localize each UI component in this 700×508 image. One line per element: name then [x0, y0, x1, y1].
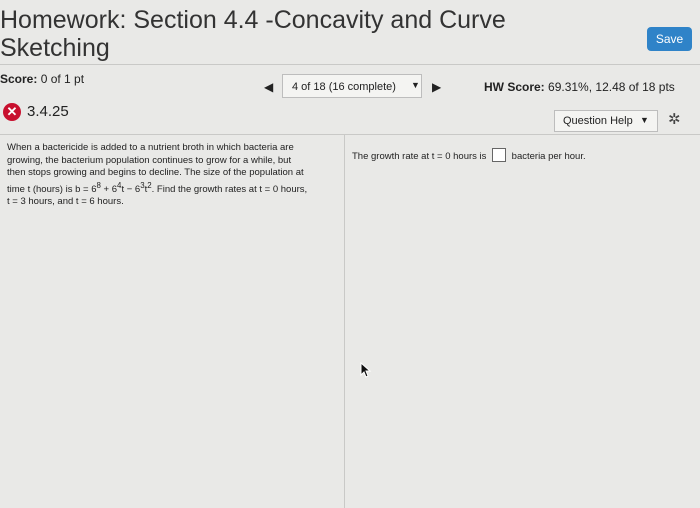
score: Score: 0 of 1 pt — [0, 72, 84, 86]
prompt-line-formula: time t (hours) is b = 68 + 64t − 63t2. F… — [7, 180, 337, 197]
prompt-line: then stops growing and begins to decline… — [7, 167, 304, 178]
page-title: Homework: Section 4.4 -Concavity and Cur… — [0, 6, 560, 62]
prompt-line: growing, the bacterium population contin… — [7, 154, 292, 166]
question-prompt: When a bactericide is added to a nutrien… — [7, 142, 337, 209]
question-divider — [0, 134, 700, 135]
question-help-label: Question Help — [563, 115, 633, 127]
score-value: 0 of 1 pt — [40, 72, 85, 86]
prompt-text: . Find the growth rates at t = 0 hours, — [151, 183, 308, 195]
triangle-right-icon[interactable]: ▶ — [432, 80, 441, 94]
homework-page: Homework: Section 4.4 -Concavity and Cur… — [0, 0, 700, 508]
hw-score-value: 69.31%, 12.48 of 18 pts — [548, 80, 675, 94]
prompt-line: t = 3 hours, and t = 6 hours. — [7, 196, 124, 208]
title-line-1: Homework: Section 4.4 -Concavity and Cur… — [0, 6, 506, 34]
prompt-text: time t (hours) is b = 6 — [7, 183, 97, 195]
hw-score: HW Score: 69.31%, 12.48 of 18 pts — [484, 80, 675, 94]
score-label: Score: — [0, 72, 38, 86]
save-button[interactable]: Save — [647, 27, 692, 51]
chevron-down-icon[interactable]: ▼ — [640, 115, 649, 125]
mouse-cursor-icon — [360, 362, 372, 378]
pane-splitter — [344, 134, 345, 508]
header-divider — [0, 64, 700, 65]
question-navigator[interactable]: 4 of 18 (16 complete) — [282, 74, 422, 98]
answer-label-before: The growth rate at t = 0 hours is — [352, 151, 487, 162]
prompt-text: t − 6 — [121, 183, 141, 195]
answer-label-after: bacteria per hour. — [511, 151, 586, 162]
answer-row: The growth rate at t = 0 hours is bacter… — [352, 148, 586, 162]
answer-input[interactable] — [492, 148, 507, 162]
hw-score-label: HW Score: — [484, 80, 545, 94]
x-circle-icon: ✕ — [3, 103, 21, 121]
question-progress: 4 of 18 (16 complete) — [292, 81, 396, 93]
chevron-down-icon[interactable]: ▼ — [411, 80, 420, 90]
gear-icon[interactable]: ✲ — [668, 110, 681, 128]
prompt-text: + 6 — [100, 183, 118, 195]
prompt-line: When a bactericide is added to a nutrien… — [7, 142, 294, 153]
question-number: 3.4.25 — [27, 103, 69, 120]
triangle-left-icon[interactable]: ◀ — [264, 80, 273, 94]
title-line-2: Sketching — [0, 34, 110, 62]
